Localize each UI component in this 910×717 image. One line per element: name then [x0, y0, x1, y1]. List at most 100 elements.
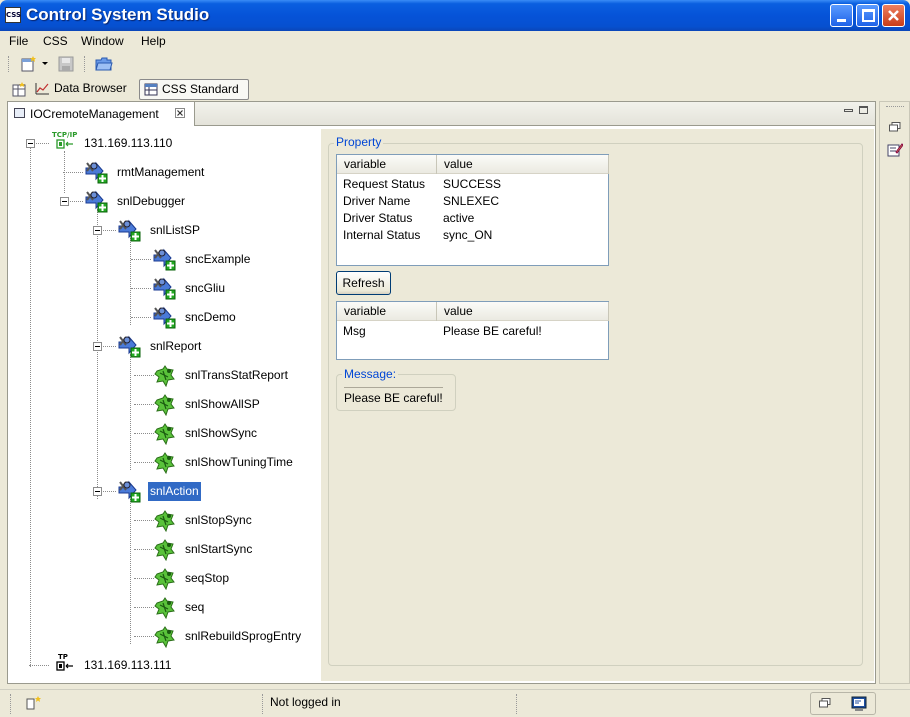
tree-connector: [103, 491, 116, 492]
tree-node[interactable]: sncExample: [9, 245, 319, 274]
result-table[interactable]: variable value Msg Please BE careful!: [336, 301, 609, 360]
toolbar-grip-2[interactable]: [84, 56, 87, 72]
tree-node[interactable]: snlAction: [9, 477, 319, 506]
tree-connector: [103, 230, 116, 231]
refresh-button[interactable]: Refresh: [336, 271, 391, 295]
maximize-button[interactable]: [856, 4, 879, 27]
tree-node-label: snlStopSync: [185, 513, 252, 527]
view-tab-iocremotemanagement[interactable]: IOCremoteManagement: [8, 102, 195, 126]
tree-node[interactable]: sncGliu: [9, 274, 319, 303]
tree-node[interactable]: snlDebugger: [9, 187, 319, 216]
fast-view-icon[interactable]: [26, 695, 42, 711]
svg-text:TCP/IP: TCP/IP: [52, 131, 77, 139]
tree-node[interactable]: snlListSP: [9, 216, 319, 245]
tree-connector: [134, 433, 154, 434]
ioc-add-icon: [85, 190, 108, 213]
trim-grip[interactable]: [886, 106, 904, 107]
tree-node[interactable]: snlRebuildSprogEntry: [9, 622, 319, 651]
dropdown-arrow-icon[interactable]: [41, 61, 49, 67]
status-separator: [262, 694, 264, 714]
table-row[interactable]: Msg Please BE careful!: [337, 323, 608, 340]
tree-node-label: snlDebugger: [117, 194, 186, 208]
tree-node[interactable]: snlShowTuningTime: [9, 448, 319, 477]
property-table[interactable]: variable value Request Status SUCCESS Dr…: [336, 154, 609, 266]
collapse-toggle-icon[interactable]: [93, 342, 102, 351]
process-variable-icon: [154, 394, 175, 416]
open-perspective-icon[interactable]: [12, 82, 27, 97]
row-value: SUCCESS: [443, 177, 502, 191]
collapse-toggle-icon[interactable]: [26, 139, 35, 148]
tree-node[interactable]: seq: [9, 593, 319, 622]
perspective-data-browser[interactable]: Data Browser: [32, 79, 134, 100]
open-folder-icon[interactable]: [95, 55, 113, 73]
table-row[interactable]: Driver Name SNLEXEC: [337, 193, 608, 210]
row-variable: Request Status: [343, 177, 426, 191]
tree-node-label: snlShowSync: [185, 426, 258, 440]
restore-icon[interactable]: [819, 698, 831, 708]
ioc-add-icon: [85, 161, 108, 184]
tree-node[interactable]: snlShowAllSP: [9, 390, 319, 419]
process-variable-icon: [154, 597, 175, 619]
tree-node[interactable]: TCP/IP 131.169.113.110: [9, 129, 319, 158]
minimize-button[interactable]: [830, 4, 853, 27]
menu-css[interactable]: CSS: [43, 34, 68, 48]
collapse-toggle-icon[interactable]: [60, 197, 69, 206]
property-panel: Property variable value Request Status S…: [321, 129, 874, 681]
tree-node[interactable]: TP 131.169.113.111: [9, 651, 319, 680]
tree-connector: [131, 288, 151, 289]
row-value: Please BE careful!: [443, 324, 542, 338]
tree-node[interactable]: rmtManagement: [9, 158, 319, 187]
tree-node-label: 131.169.113.111: [84, 658, 172, 672]
toolbar-grip[interactable]: [8, 56, 11, 72]
message-group-title: Message:: [342, 367, 399, 381]
table-row[interactable]: Request Status SUCCESS: [337, 176, 608, 193]
tree-node-label: snlRebuildSprogEntry: [185, 629, 302, 643]
row-value: active: [443, 211, 475, 225]
menu-help[interactable]: Help: [141, 34, 166, 48]
row-value: sync_ON: [443, 228, 493, 242]
column-header-variable[interactable]: variable: [337, 155, 437, 174]
close-button[interactable]: [882, 4, 905, 27]
table-row[interactable]: Internal Status sync_ON: [337, 227, 608, 244]
edit-icon[interactable]: [887, 142, 903, 158]
menu-window[interactable]: Window: [81, 34, 124, 48]
message-text: Please BE careful!: [344, 387, 443, 405]
perspective-css-standard[interactable]: CSS Standard: [139, 79, 249, 100]
process-variable-icon: [154, 539, 175, 561]
tree-node[interactable]: snlTransStatReport: [9, 361, 319, 390]
tree-node[interactable]: snlReport: [9, 332, 319, 361]
column-header-variable[interactable]: variable: [337, 302, 437, 321]
tree-node[interactable]: seqStop: [9, 564, 319, 593]
tree-node[interactable]: snlStopSync: [9, 506, 319, 535]
close-icon: [888, 10, 899, 21]
table-row[interactable]: Driver Status active: [337, 210, 608, 227]
menu-file[interactable]: File: [9, 34, 28, 48]
collapse-toggle-icon[interactable]: [93, 487, 102, 496]
console-icon[interactable]: [851, 696, 867, 712]
new-icon[interactable]: [20, 55, 38, 73]
tree-node-label: snlAction: [148, 482, 201, 501]
view-minimize-icon[interactable]: [844, 109, 853, 112]
column-header-value[interactable]: value: [437, 302, 609, 321]
ioc-add-icon: [118, 335, 141, 358]
process-variable-icon: [154, 365, 175, 387]
close-tab-icon[interactable]: [175, 108, 185, 118]
tree-node-label: snlTransStatReport: [185, 368, 288, 382]
tree-connector: [131, 317, 151, 318]
tree-connector: [36, 143, 49, 144]
tree-connector: [134, 404, 154, 405]
view-tab-label: IOCremoteManagement: [30, 107, 159, 121]
tree-node-label: seqStop: [185, 571, 230, 585]
collapse-toggle-icon[interactable]: [93, 226, 102, 235]
column-header-value[interactable]: value: [437, 155, 609, 174]
view-tab-strip: [195, 102, 875, 126]
tree-node[interactable]: snlStartSync: [9, 535, 319, 564]
tree-node[interactable]: snlShowSync: [9, 419, 319, 448]
restore-icon[interactable]: [889, 122, 901, 132]
perspective-data-browser-label: Data Browser: [54, 81, 127, 95]
tree-node[interactable]: sncDemo: [9, 303, 319, 332]
view-maximize-icon[interactable]: [859, 106, 868, 114]
process-variable-icon: [154, 423, 175, 445]
network-node-icon: TCP/IP: [52, 131, 77, 149]
ioc-add-icon: [118, 219, 141, 242]
